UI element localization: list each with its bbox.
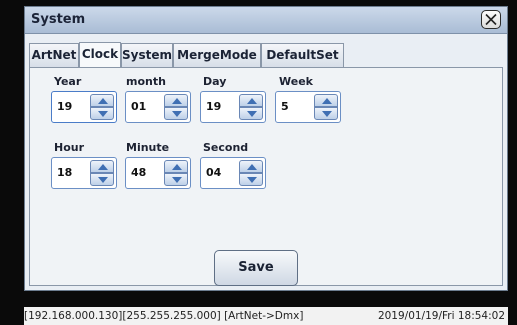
spin-down-arrow-icon <box>322 111 332 117</box>
minute-label: Minute <box>126 141 170 154</box>
tab-artnet[interactable]: ArtNet <box>29 43 79 67</box>
minute-spinner[interactable]: 48 <box>125 157 191 189</box>
month-spin-buttons <box>164 94 188 120</box>
week-down-button[interactable] <box>314 107 338 120</box>
year-down-button[interactable] <box>90 107 114 120</box>
spin-up-arrow-icon <box>172 164 182 170</box>
second-spin-buttons <box>239 160 263 186</box>
year-value: 19 <box>57 100 73 113</box>
minute-spin-buttons <box>164 160 188 186</box>
tab-defaultset[interactable]: DefaultSet <box>261 43 344 67</box>
year-spinner[interactable]: 19 <box>51 91 117 123</box>
save-button[interactable]: Save <box>214 250 298 286</box>
spin-down-arrow-icon <box>98 177 108 183</box>
year-spin-buttons <box>90 94 114 120</box>
week-spin-buttons <box>314 94 338 120</box>
month-up-button[interactable] <box>164 94 188 107</box>
close-icon <box>485 13 497 26</box>
tab-mergemode[interactable]: MergeMode <box>173 43 261 67</box>
spin-down-arrow-icon <box>98 111 108 117</box>
year-label: Year <box>54 75 82 88</box>
week-spinner[interactable]: 5 <box>275 91 341 123</box>
month-label: month <box>126 75 166 88</box>
week-value: 5 <box>281 100 289 113</box>
minute-up-button[interactable] <box>164 160 188 173</box>
tab-clock[interactable]: Clock <box>79 42 121 68</box>
day-up-button[interactable] <box>239 94 263 107</box>
minute-value: 48 <box>131 166 147 179</box>
spin-down-arrow-icon <box>172 177 182 183</box>
month-down-button[interactable] <box>164 107 188 120</box>
day-down-button[interactable] <box>239 107 263 120</box>
hour-value: 18 <box>57 166 73 179</box>
clock-status: 2019/01/19/Fri 18:54:02 <box>377 310 505 322</box>
title-bar: System <box>25 7 507 34</box>
hour-spin-buttons <box>90 160 114 186</box>
spin-down-arrow-icon <box>247 111 257 117</box>
day-spin-buttons <box>239 94 263 120</box>
week-label: Week <box>279 75 313 88</box>
hour-label: Hour <box>54 141 85 154</box>
close-button[interactable] <box>481 10 501 29</box>
spin-up-arrow-icon <box>98 164 108 170</box>
day-label: Day <box>203 75 227 88</box>
second-down-button[interactable] <box>239 173 263 186</box>
week-up-button[interactable] <box>314 94 338 107</box>
spin-down-arrow-icon <box>247 177 257 183</box>
spin-up-arrow-icon <box>172 98 182 104</box>
network-status: [192.168.000.130][255.255.255.000] [ArtN… <box>24 310 304 322</box>
spin-up-arrow-icon <box>98 98 108 104</box>
spin-down-arrow-icon <box>172 111 182 117</box>
tab-system[interactable]: System <box>121 43 173 67</box>
year-up-button[interactable] <box>90 94 114 107</box>
second-up-button[interactable] <box>239 160 263 173</box>
window-title: System <box>31 12 86 27</box>
day-spinner[interactable]: 19 <box>200 91 266 123</box>
day-value: 19 <box>206 100 222 113</box>
month-value: 01 <box>131 100 147 113</box>
status-bar: [192.168.000.130][255.255.255.000] [ArtN… <box>24 307 508 325</box>
hour-spinner[interactable]: 18 <box>51 157 117 189</box>
spin-up-arrow-icon <box>247 98 257 104</box>
minute-down-button[interactable] <box>164 173 188 186</box>
hour-up-button[interactable] <box>90 160 114 173</box>
second-label: Second <box>203 141 249 154</box>
hour-down-button[interactable] <box>90 173 114 186</box>
month-spinner[interactable]: 01 <box>125 91 191 123</box>
system-dialog: System ArtNet Clock System MergeMode Def… <box>24 6 508 291</box>
second-value: 04 <box>206 166 222 179</box>
spin-up-arrow-icon <box>247 164 257 170</box>
spin-up-arrow-icon <box>322 98 332 104</box>
second-spinner[interactable]: 04 <box>200 157 266 189</box>
